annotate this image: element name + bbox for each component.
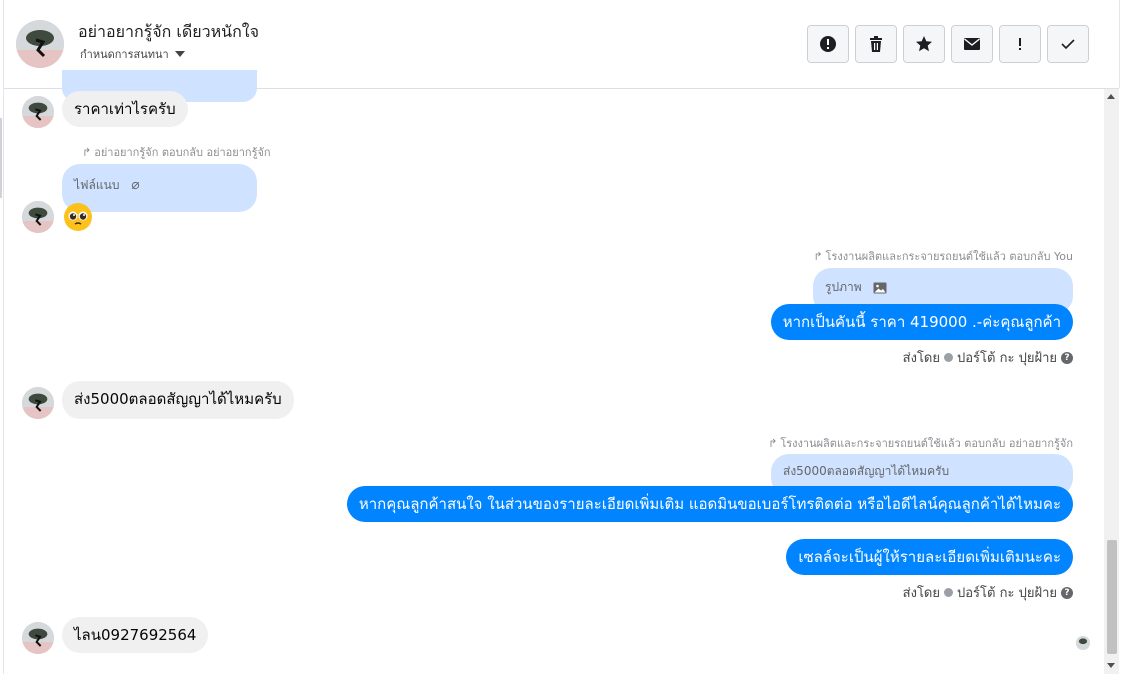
mail-button[interactable] [951,25,993,63]
alert-circle-icon [820,36,836,52]
reply-arrow-icon: ↱ [82,145,92,159]
scroll-up-arrow-icon[interactable] [1107,94,1115,99]
paperclip-icon: ⌀ [131,177,140,193]
header-right-divider [1119,0,1120,88]
contact-name: อย่าอยากรู้จัก เดียวหนักใจ [78,22,259,41]
scrollbar[interactable] [1104,89,1119,674]
sent-by-label: ส่งโดย [902,586,940,601]
important-button[interactable] [999,25,1041,63]
conversation-settings-label: กำหนดการสนทนา [80,48,169,61]
messenger-window: อย่าอยากรู้จัก เดียวหนักใจ กำหนดการสนทนา [0,0,1137,674]
scrollbar-thumb[interactable] [1107,540,1117,654]
reply-meta: ↱ โรงงานผลิตและกระจายรถยนต์ใช้แล้ว ตอบกล… [813,247,1073,265]
alert-button[interactable] [807,25,849,63]
delete-button[interactable] [855,25,897,63]
sent-by: ส่งโดย ปอร์โต้ กะ ปุยฝ้าย ? [903,347,1073,368]
sent-by: ส่งโดย ปอร์โต้ กะ ปุยฝ้าย ? [903,582,1073,603]
conversation-settings-dropdown[interactable]: กำหนดการสนทนา [80,45,185,63]
left-panel-edge [0,0,4,674]
reply-meta-text: อย่าอยากรู้จัก ตอบกลับ อย่าอยากรู้จัก [94,146,271,159]
avatar [22,96,54,128]
contact-avatar[interactable] [16,20,64,68]
reply-meta: ↱ อย่าอยากรู้จัก ตอบกลับ อย่าอยากรู้จัก [82,143,271,161]
reply-meta-text: โรงงานผลิตและกระจายรถยนต์ใช้แล้ว ตอบกลับ… [825,250,1073,263]
star-icon [916,36,932,52]
agent-icon [944,588,953,597]
reply-arrow-icon: ↱ [768,436,778,450]
reply-preview-text: ส่ง5000ตลอดสัญญาได้ไหมครับ [783,464,950,478]
help-icon[interactable]: ? [1061,586,1073,599]
message-outgoing: หากคุณลูกค้าสนใจ ในส่วนของรายละเอียดเพิ่… [346,486,1073,522]
sent-by-name: ปอร์โต้ กะ ปุยฝ้าย [957,586,1057,601]
pleading-face-emoji [64,203,92,231]
message-outgoing: หากเป็นคันนี้ ราคา 419000 .-ค่ะคุณลูกค้า [770,304,1073,340]
done-button[interactable] [1047,25,1089,63]
sent-by-name: ปอร์โต้ กะ ปุยฝ้าย [957,351,1057,366]
check-icon [1061,39,1075,50]
seen-avatar [1076,636,1090,650]
message-incoming: ไลน0927692564 [62,617,209,653]
reply-meta-text: โรงงานผลิตและกระจายรถยนต์ใช้แล้ว ตอบกลับ… [780,437,1073,450]
scroll-down-arrow-icon[interactable] [1107,663,1115,668]
avatar [22,201,54,233]
envelope-icon [964,38,980,50]
caret-down-icon [174,51,185,57]
toolbar [807,25,1089,63]
sent-by-label: ส่งโดย [902,351,940,366]
reply-arrow-icon: ↱ [813,249,823,263]
reply-preview-text: ไฟล์แนบ [74,178,120,192]
message-outgoing: เซลล์จะเป็นผู้ให้รายละเอียดเพิ่มเติมนะคะ [786,539,1073,575]
exclamation-icon [1019,38,1021,50]
reply-meta: ↱ โรงงานผลิตและกระจายรถยนต์ใช้แล้ว ตอบกล… [768,434,1073,452]
message-incoming: ส่ง5000ตลอดสัญญาได้ไหมครับ [62,381,294,419]
left-panel-mark [0,118,2,198]
avatar [22,622,54,654]
trash-icon [870,36,882,52]
image-icon [873,282,887,293]
agent-icon [944,353,953,362]
reply-preview-text: รูปภาพ [825,280,862,294]
help-icon[interactable]: ? [1061,351,1073,364]
message-incoming: ราคาเท่าไรครับ [62,91,188,127]
star-button[interactable] [903,25,945,63]
avatar [22,387,54,419]
